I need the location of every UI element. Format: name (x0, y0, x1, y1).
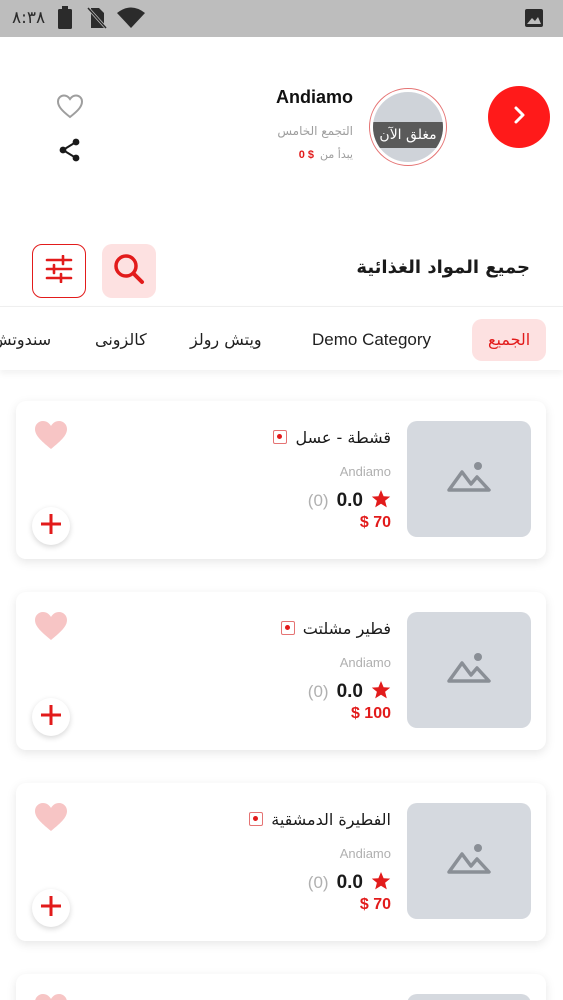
plus-icon (40, 704, 62, 730)
logo-placeholder: مغلق الآن (373, 92, 443, 162)
restaurant-logo[interactable]: مغلق الآن (369, 88, 447, 166)
veg-indicator-icon (249, 812, 264, 826)
section-title: جميع المواد الغذائية (356, 257, 530, 278)
starts-from: يبدأ من $ 0 (299, 148, 353, 161)
product-rating: (0) 0.0 (308, 871, 391, 895)
image-icon (524, 8, 544, 32)
product-rating: (0) 0.0 (308, 489, 391, 513)
star-icon (371, 871, 391, 895)
product-name-text: قشطة - عسل (295, 428, 391, 447)
product-brand: Andiamo (339, 655, 391, 670)
tab-sandwich[interactable]: سندوتش (0, 319, 51, 361)
rating-value: 0.0 (336, 490, 363, 511)
closed-badge: مغلق الآن (373, 122, 443, 148)
product-name-text: الفطيرة الدمشقية (271, 810, 391, 829)
heart-outline-icon[interactable] (56, 93, 84, 123)
product-rating: (0) 0.0 (308, 680, 391, 704)
chevron-right-icon (508, 104, 530, 130)
star-icon (371, 489, 391, 513)
heart-icon[interactable] (33, 610, 69, 646)
heart-icon[interactable] (33, 801, 69, 837)
add-to-cart-button[interactable] (32, 698, 70, 736)
veg-indicator-icon (273, 430, 288, 444)
product-card[interactable]: قشطة - عسل Andiamo (0) 0.0 $ 70 (16, 401, 546, 559)
rating-value: 0.0 (336, 872, 363, 893)
filter-button[interactable] (32, 244, 86, 298)
image-placeholder-icon (447, 460, 491, 498)
product-name-text: فطير مشلتت (302, 619, 391, 638)
tab-witch-rolls[interactable]: ويتش رولز (190, 319, 262, 361)
product-name[interactable]: فطير مشلتت (280, 619, 391, 638)
product-card[interactable]: الفطيرة الدمشقية Andiamo (0) 0.0 $ 70 (16, 783, 546, 941)
product-price: $ 70 (359, 514, 391, 531)
product-image (407, 803, 531, 919)
rating-count: (0) (307, 491, 329, 510)
tab-calzone[interactable]: كالزونى (95, 319, 147, 361)
image-placeholder-icon (447, 651, 491, 689)
wifi-icon (116, 6, 146, 34)
rating-count: (0) (307, 682, 329, 701)
tab-demo-category[interactable]: Demo Category (312, 319, 431, 361)
heart-icon[interactable] (33, 992, 69, 1000)
starts-from-price: $ 0 (298, 149, 315, 161)
add-to-cart-button[interactable] (32, 507, 70, 545)
no-sim-icon (86, 6, 108, 34)
product-card[interactable] (16, 974, 546, 1000)
restaurant-name[interactable]: Andiamo (276, 87, 353, 108)
share-icon[interactable] (59, 138, 81, 166)
search-button[interactable] (102, 244, 156, 298)
rating-count: (0) (307, 873, 329, 892)
filter-icon (44, 254, 74, 287)
product-name[interactable]: الفطيرة الدمشقية (249, 810, 391, 829)
star-icon (371, 680, 391, 704)
rating-value: 0.0 (336, 681, 363, 702)
product-name[interactable]: قشطة - عسل (273, 428, 391, 447)
battery-icon (57, 6, 73, 34)
next-button[interactable] (488, 86, 550, 148)
product-brand: Andiamo (339, 464, 391, 479)
add-to-cart-button[interactable] (32, 889, 70, 927)
product-image (407, 994, 531, 1000)
veg-indicator-icon (280, 621, 295, 635)
restaurant-header: مغلق الآن Andiamo التجمع الخامس يبدأ من $… (0, 37, 563, 237)
product-price: $ 70 (359, 896, 391, 913)
heart-icon[interactable] (33, 419, 69, 455)
category-tabs: الجميع Demo Category ويتش رولز كالزونى س… (0, 306, 563, 370)
restaurant-area: التجمع الخامس (277, 124, 353, 138)
image-placeholder-icon (447, 842, 491, 880)
product-price: $ 100 (350, 705, 391, 722)
product-card[interactable]: فطير مشلتت Andiamo (0) 0.0 $ 100 (16, 592, 546, 750)
product-image (407, 612, 531, 728)
search-icon (112, 252, 146, 290)
product-brand: Andiamo (339, 846, 391, 861)
product-image (407, 421, 531, 537)
status-bar: ٨:٣٨ (0, 0, 563, 37)
plus-icon (40, 895, 62, 921)
tab-all[interactable]: الجميع (472, 319, 547, 361)
plus-icon (40, 513, 62, 539)
status-time: ٨:٣٨ (12, 8, 46, 28)
starts-from-label: يبدأ من (320, 148, 353, 161)
